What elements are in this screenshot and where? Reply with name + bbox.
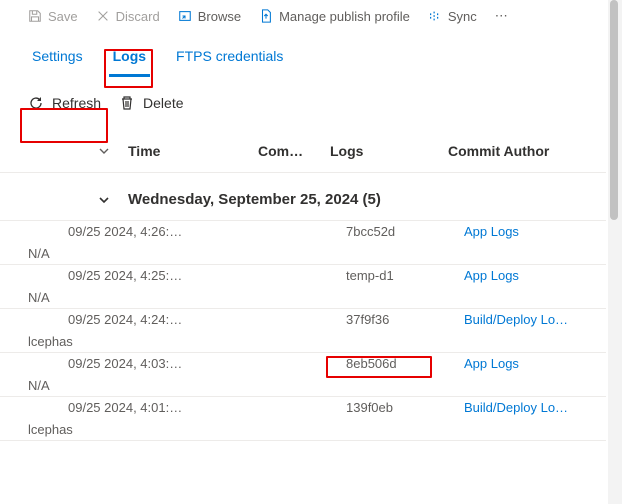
tab-ftps[interactable]: FTPS credentials (172, 42, 287, 77)
expand-all-toggle[interactable] (28, 145, 128, 157)
scroll-thumb[interactable] (610, 0, 618, 220)
ellipsis-icon: ⋯ (495, 8, 508, 24)
col-author[interactable]: Commit Author (448, 143, 568, 159)
chevron-down-icon (98, 194, 110, 206)
table-row[interactable]: 09/25 2024, 4:24:… 37f9f36Build/Deploy Lo… (0, 309, 606, 353)
manage-profile-button[interactable]: Manage publish profile (259, 9, 410, 24)
cell-author: N/A (28, 246, 268, 261)
group-row[interactable]: Wednesday, September 25, 2024 (5) (0, 173, 606, 221)
cell-time: 09/25 2024, 4:26:… (28, 224, 258, 239)
document-icon (259, 9, 273, 23)
browse-label: Browse (198, 9, 241, 24)
tab-settings[interactable]: Settings (28, 42, 87, 77)
table-row[interactable]: 09/25 2024, 4:01:… 139f0ebBuild/Deploy Lo… (0, 397, 606, 441)
save-button[interactable]: Save (28, 9, 78, 24)
browse-icon (178, 9, 192, 23)
chevron-down-icon (98, 145, 110, 157)
overflow-button[interactable]: ⋯ (495, 8, 508, 24)
log-link[interactable]: App Logs (464, 356, 584, 371)
table-row[interactable]: 09/25 2024, 4:26:… 7bcc52dApp Logs N/A (0, 221, 606, 265)
sync-button[interactable]: Sync (428, 9, 477, 24)
delete-label: Delete (143, 95, 183, 111)
cell-time: 09/25 2024, 4:25:… (28, 268, 258, 283)
tab-logs[interactable]: Logs (109, 42, 150, 77)
cell-author: lcephas (28, 422, 268, 437)
group-label: Wednesday, September 25, 2024 (5) (128, 191, 606, 208)
cell-commit: 37f9f36 (346, 312, 464, 327)
cell-time: 09/25 2024, 4:01:… (28, 400, 258, 415)
cell-author: N/A (28, 378, 268, 393)
cell-commit: 139f0eb (346, 400, 464, 415)
refresh-icon (28, 95, 44, 111)
log-link[interactable]: Build/Deploy Lo… (464, 312, 584, 327)
col-time[interactable]: Time (128, 143, 258, 159)
cell-author: N/A (28, 290, 268, 305)
table-header-row: Time Com… Logs Commit Author (0, 129, 606, 173)
col-commit[interactable]: Com… (258, 143, 330, 159)
cell-commit: temp-d1 (346, 268, 464, 283)
save-icon (28, 9, 42, 23)
trash-icon (119, 95, 135, 111)
action-bar: Refresh Delete (0, 77, 606, 129)
manage-label: Manage publish profile (279, 9, 410, 24)
browse-button[interactable]: Browse (178, 9, 241, 24)
delete-button[interactable]: Delete (119, 95, 183, 111)
cell-time: 09/25 2024, 4:03:… (28, 356, 258, 371)
vertical-scrollbar[interactable] (608, 0, 622, 504)
log-link[interactable]: App Logs (464, 224, 584, 239)
log-link[interactable]: App Logs (464, 268, 584, 283)
command-bar: Save Discard Browse Manage publish profi… (0, 0, 606, 30)
refresh-button[interactable]: Refresh (28, 95, 101, 111)
cell-commit: 8eb506d (346, 356, 464, 371)
cell-commit: 7bcc52d (346, 224, 464, 239)
logs-table: Time Com… Logs Commit Author Wednesday, … (0, 129, 606, 441)
sync-label: Sync (448, 9, 477, 24)
refresh-label: Refresh (52, 95, 101, 111)
table-row[interactable]: 09/25 2024, 4:25:… temp-d1App Logs N/A (0, 265, 606, 309)
save-label: Save (48, 9, 78, 24)
discard-label: Discard (116, 9, 160, 24)
table-row[interactable]: 09/25 2024, 4:03:… 8eb506dApp Logs N/A (0, 353, 606, 397)
cell-author: lcephas (28, 334, 268, 349)
col-logs[interactable]: Logs (330, 143, 448, 159)
tab-bar: Settings Logs FTPS credentials (0, 30, 606, 77)
discard-button[interactable]: Discard (96, 9, 160, 24)
log-link[interactable]: Build/Deploy Lo… (464, 400, 584, 415)
close-icon (96, 9, 110, 23)
cell-time: 09/25 2024, 4:24:… (28, 312, 258, 327)
sync-icon (428, 9, 442, 23)
group-toggle[interactable] (28, 194, 128, 206)
